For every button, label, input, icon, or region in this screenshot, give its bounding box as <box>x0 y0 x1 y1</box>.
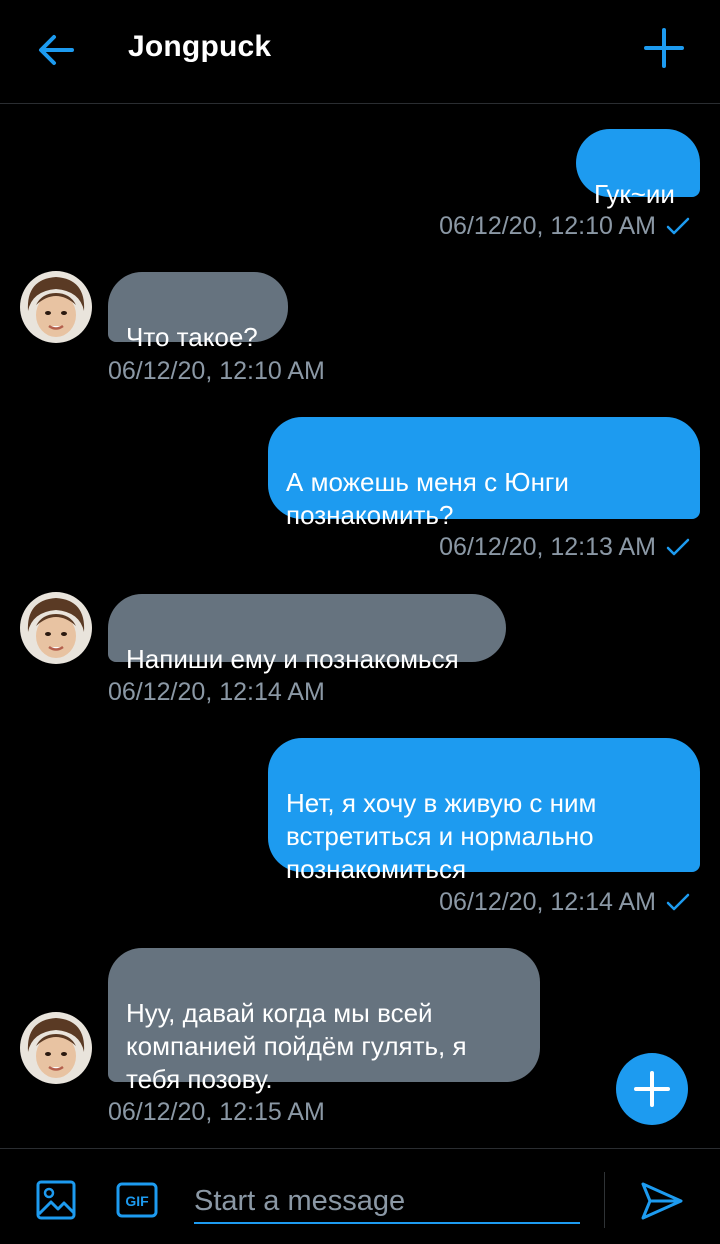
gif-label: GIF <box>125 1193 149 1209</box>
message-timestamp: 06/12/20, 12:14 AM <box>439 888 656 916</box>
avatar-face-icon <box>20 592 92 664</box>
message-timestamp: 06/12/20, 12:15 AM <box>108 1098 325 1126</box>
incoming-message-bubble[interactable]: Напиши ему и познакомься <box>108 594 506 674</box>
outgoing-message-bubble[interactable]: Нет, я хочу в живую с ним встретиться и … <box>268 738 700 884</box>
message-text: А можешь меня с Юнги познакомить? <box>286 467 569 530</box>
message-timestamp: 06/12/20, 12:13 AM <box>439 533 656 561</box>
incoming-message-bubble[interactable]: Что такое? <box>108 272 288 352</box>
gif-icon: GIF <box>116 1182 158 1218</box>
avatar-face-icon <box>20 271 92 343</box>
message-timestamp: 06/12/20, 12:10 AM <box>108 357 325 385</box>
checkmark-icon <box>666 217 690 235</box>
outgoing-message-bubble[interactable]: Гук~ии <box>576 129 700 209</box>
avatar[interactable] <box>20 592 92 664</box>
back-arrow-icon[interactable] <box>34 28 78 72</box>
add-icon[interactable] <box>642 26 686 70</box>
message-text: Нет, я хочу в живую с ним встретиться и … <box>286 788 597 884</box>
avatar-face-icon <box>20 1012 92 1084</box>
outgoing-message-bubble[interactable]: А можешь меня с Юнги познакомить? <box>268 417 700 530</box>
checkmark-icon <box>666 893 690 911</box>
conversation-title[interactable]: Jongpuck <box>128 30 271 64</box>
message-text: Нуу, давай когда мы всей компанией пойдё… <box>126 998 467 1094</box>
avatar[interactable] <box>20 271 92 343</box>
plus-icon <box>634 1071 670 1107</box>
message-timestamp: 06/12/20, 12:14 AM <box>108 678 325 706</box>
composer-divider <box>604 1172 605 1228</box>
incoming-message-bubble[interactable]: Нуу, давай когда мы всей компанией пойдё… <box>108 948 540 1094</box>
new-tweet-fab-button[interactable] <box>616 1053 688 1125</box>
message-input[interactable] <box>194 1180 580 1224</box>
message-text: Гук~ии <box>594 179 675 209</box>
avatar[interactable] <box>20 1012 92 1084</box>
conversation-header: Jongpuck <box>0 0 720 104</box>
message-timestamp: 06/12/20, 12:10 AM <box>439 212 656 240</box>
image-icon[interactable] <box>36 1180 76 1220</box>
message-text: Напиши ему и познакомься <box>126 644 459 674</box>
checkmark-icon <box>666 538 690 556</box>
message-text: Что такое? <box>126 322 258 352</box>
send-icon[interactable] <box>640 1180 684 1222</box>
gif-button[interactable]: GIF <box>116 1182 158 1218</box>
